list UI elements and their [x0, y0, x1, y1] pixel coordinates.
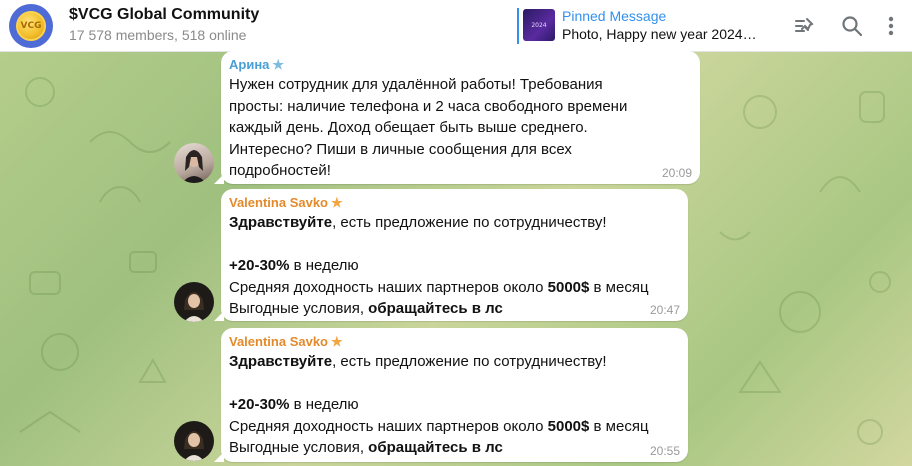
more-icon[interactable] — [876, 11, 906, 41]
message-author[interactable]: Valentina Savko ★ — [229, 334, 343, 350]
message-text: Здравствуйте, есть предложение по сотруд… — [229, 351, 649, 459]
message-line: Выгодные условия, обращайтесь в лс — [229, 439, 503, 457]
bubble-tail — [214, 311, 224, 321]
bubble-tail — [214, 452, 224, 462]
chat-member-count: 17 578 members, 518 online — [69, 27, 247, 43]
message-time: 20:47 — [649, 303, 680, 317]
message-line: +20-30% в неделю — [229, 257, 359, 275]
author-name: Valentina Savko — [229, 195, 328, 210]
chat-header: VCG $VCG Global Community 17 578 members… — [0, 0, 912, 52]
message-author[interactable]: Арина ★ — [229, 57, 284, 73]
message-line: Средняя доходность наших партнеров около… — [229, 417, 649, 435]
message-line: каждый день. Доход обещает быть выше сре… — [229, 119, 588, 137]
message-bubble[interactable]: Valentina Savko ★ Здравствуйте, есть пред… — [214, 328, 688, 462]
message-bubble[interactable]: Арина ★ Нужен сотрудник для удалённой раб… — [214, 51, 700, 184]
chat-title[interactable]: $VCG Global Community — [69, 6, 259, 24]
message-line: +20-30% в неделю — [229, 396, 359, 414]
pinned-indicator — [517, 8, 519, 44]
user-avatar-valentina[interactable] — [174, 421, 214, 461]
message-text: Здравствуйте, есть предложение по сотруд… — [229, 212, 649, 320]
message-line: Средняя доходность наших партнеров около… — [229, 278, 649, 296]
message-line: Здравствуйте, есть предложение по сотруд… — [229, 214, 607, 231]
message-line: Нужен сотрудник для удалённой работы! Тр… — [229, 76, 603, 93]
channel-avatar[interactable]: VCG — [9, 4, 53, 48]
message-line-empty — [229, 234, 649, 256]
message-time: 20:55 — [649, 444, 680, 458]
message-line: просты: наличие телефона и 2 часа свобод… — [229, 97, 628, 115]
author-name: Valentina Savko — [229, 334, 328, 349]
message-line: Интересно? Пиши в личные сообщения для в… — [229, 140, 572, 158]
message-text: Нужен сотрудник для удалённой работы! Тр… — [229, 74, 627, 182]
star-icon: ★ — [331, 334, 343, 349]
star-icon: ★ — [331, 195, 343, 210]
search-icon[interactable] — [837, 11, 867, 41]
user-avatar-valentina[interactable] — [174, 282, 214, 322]
user-avatar-arina[interactable] — [174, 143, 214, 183]
message-line: Здравствуйте, есть предложение по сотруд… — [229, 353, 607, 370]
pinned-text: Photo, Happy new year 2024!… — [562, 26, 757, 42]
message-line: подробностей! — [229, 162, 331, 180]
pinned-message-bar[interactable]: 2024 Pinned Message Photo, Happy new yea… — [517, 7, 767, 45]
message-author[interactable]: Valentina Savko ★ — [229, 195, 343, 211]
pinned-label: Pinned Message — [562, 8, 667, 24]
pinned-list-icon[interactable] — [789, 11, 819, 41]
message-bubble[interactable]: Valentina Savko ★ Здравствуйте, есть пред… — [214, 189, 688, 321]
message-line: Выгодные условия, обращайтесь в лс — [229, 300, 503, 318]
message-time: 20:09 — [661, 166, 692, 180]
author-name: Арина — [229, 57, 270, 72]
bubble-tail — [214, 174, 224, 184]
coin-logo-icon: VCG — [16, 11, 46, 41]
message-line-empty — [229, 373, 649, 395]
pinned-thumbnail: 2024 — [523, 9, 555, 41]
star-icon: ★ — [272, 57, 285, 72]
